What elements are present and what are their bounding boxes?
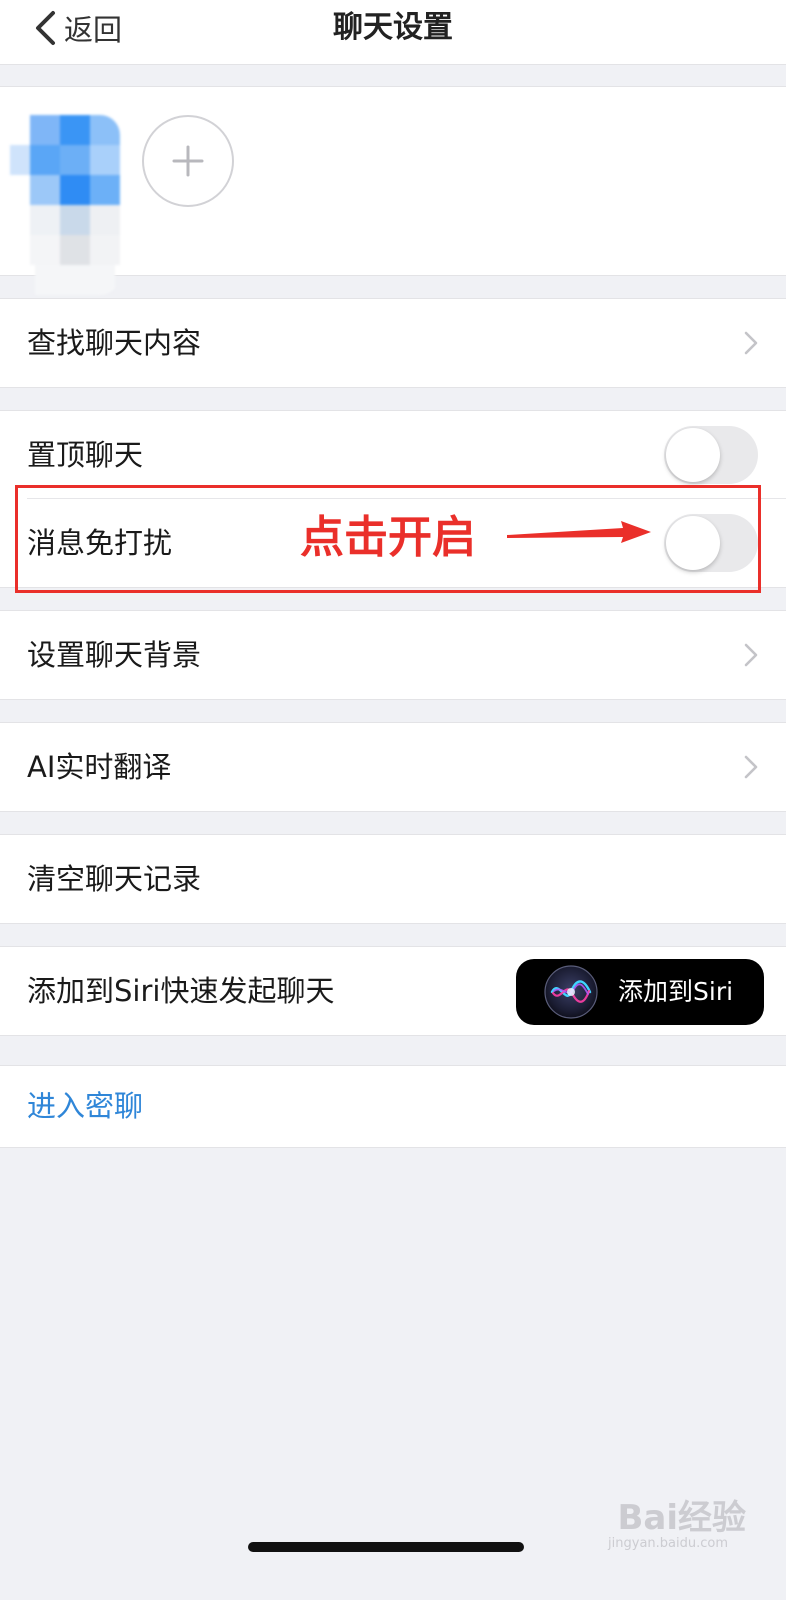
home-indicator[interactable] bbox=[248, 1542, 524, 1552]
pin-chat-toggle[interactable] bbox=[664, 426, 758, 484]
arrow-right-icon bbox=[507, 521, 651, 543]
search-section: 查找聊天内容 bbox=[0, 298, 786, 388]
members-section bbox=[0, 86, 786, 295]
translate-section: AI实时翻译 bbox=[0, 722, 786, 812]
secret-chat-section: 进入密聊 bbox=[0, 1065, 786, 1148]
clear-section: 清空聊天记录 bbox=[0, 834, 786, 924]
add-to-siri-button-label: 添加到Siri bbox=[618, 977, 734, 1006]
add-to-siri-row: 添加到Siri快速发起聊天 添加到Siri bbox=[0, 947, 786, 1035]
plus-icon bbox=[172, 145, 204, 177]
ai-translate-label: AI实时翻译 bbox=[27, 750, 172, 784]
search-chat-content-label: 查找聊天内容 bbox=[27, 326, 202, 360]
pin-chat-row: 置顶聊天 bbox=[0, 411, 786, 499]
clear-history-row[interactable]: 清空聊天记录 bbox=[0, 835, 786, 923]
page-title: 聊天设置 bbox=[333, 10, 453, 45]
background-section: 设置聊天背景 bbox=[0, 610, 786, 700]
add-member-button[interactable] bbox=[142, 115, 234, 207]
chat-background-row[interactable]: 设置聊天背景 bbox=[0, 611, 786, 699]
watermark-url: jingyan.baidu.com bbox=[608, 1536, 728, 1551]
ai-translate-row[interactable]: AI实时翻译 bbox=[0, 723, 786, 811]
chevron-right-icon bbox=[744, 755, 758, 779]
add-to-siri-label: 添加到Siri快速发起聊天 bbox=[27, 974, 335, 1008]
siri-orb-icon bbox=[544, 965, 598, 1019]
toggle-knob bbox=[666, 516, 720, 570]
mute-notifications-label: 消息免打扰 bbox=[27, 526, 173, 560]
annotation-text: 点击开启 bbox=[300, 512, 476, 563]
chevron-right-icon bbox=[744, 643, 758, 667]
clear-history-label: 清空聊天记录 bbox=[27, 862, 202, 896]
chevron-right-icon bbox=[744, 331, 758, 355]
secret-chat-link[interactable]: 进入密聊 bbox=[27, 1066, 143, 1147]
siri-section: 添加到Siri快速发起聊天 添加到Siri bbox=[0, 946, 786, 1036]
secret-chat-row[interactable]: 进入密聊 bbox=[0, 1066, 786, 1147]
add-to-siri-button[interactable]: 添加到Siri bbox=[516, 959, 764, 1025]
navigation-bar: 返回 聊天设置 bbox=[0, 0, 786, 65]
search-chat-content-row[interactable]: 查找聊天内容 bbox=[0, 299, 786, 387]
watermark-logo: Bai经验 bbox=[617, 1498, 746, 1538]
chat-background-label: 设置聊天背景 bbox=[27, 638, 202, 672]
pin-chat-label: 置顶聊天 bbox=[27, 438, 144, 472]
mute-notifications-toggle[interactable] bbox=[664, 514, 758, 572]
toggle-knob bbox=[666, 428, 720, 482]
avatar[interactable] bbox=[10, 115, 120, 295]
